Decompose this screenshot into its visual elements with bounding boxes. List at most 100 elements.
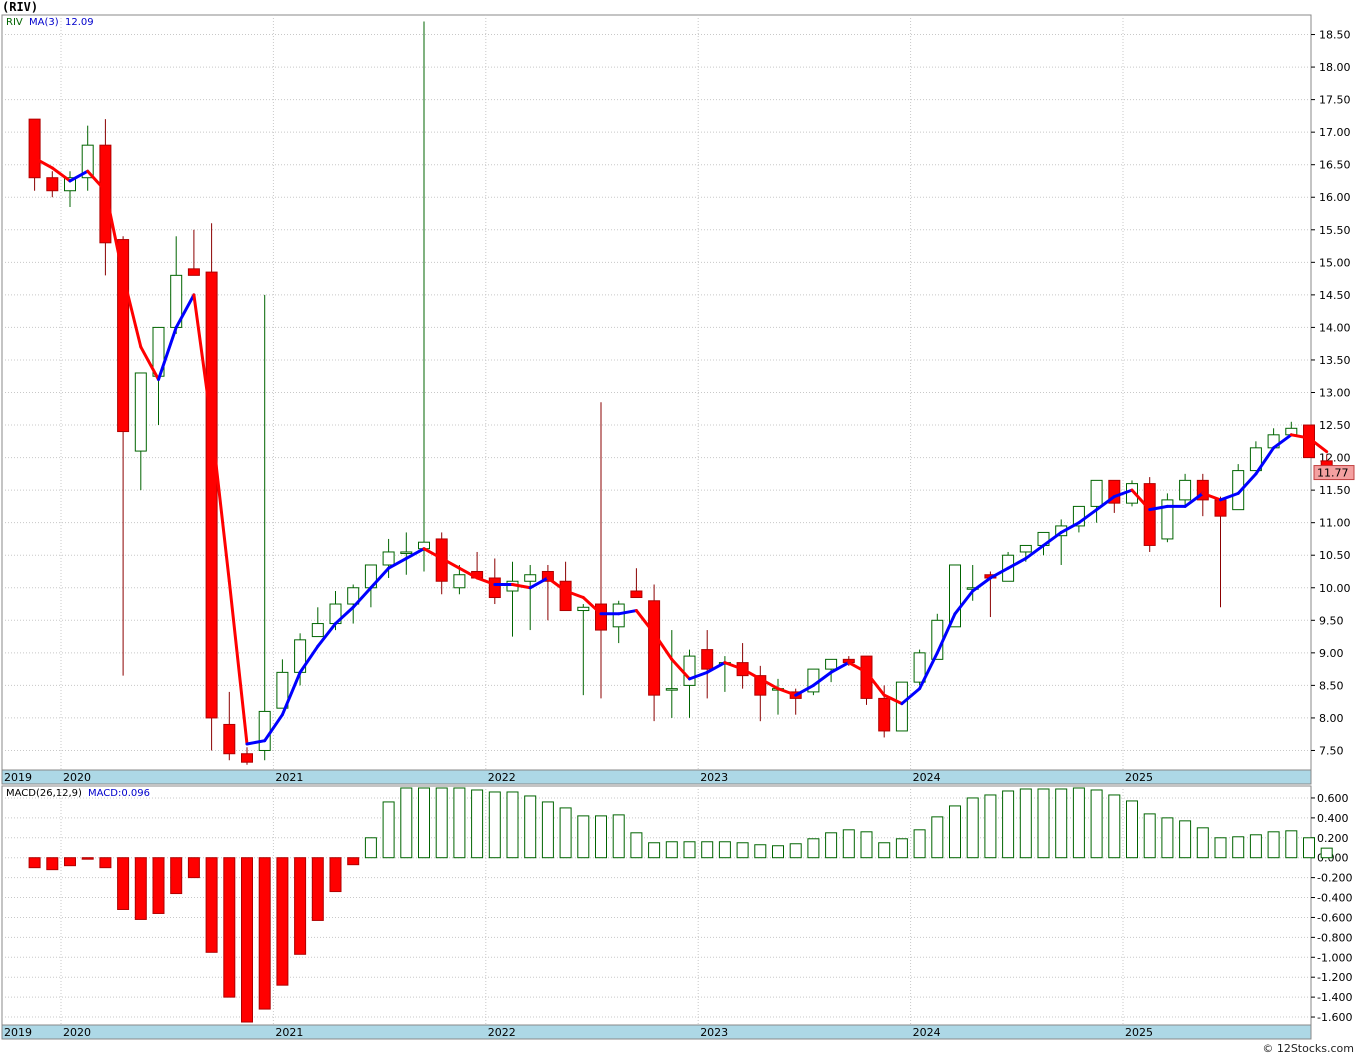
candle-body — [595, 603, 607, 631]
macd-bar — [152, 857, 165, 914]
macd-date-band — [1, 1024, 1312, 1040]
price-tick-label: 14.00 — [1319, 321, 1351, 334]
macd-bar — [807, 838, 820, 859]
macd-bar — [81, 857, 94, 860]
macd-tick-label: -0.800 — [1317, 931, 1352, 944]
price-tick-label: 12.50 — [1319, 419, 1351, 432]
price-tick-label: 13.50 — [1319, 354, 1351, 367]
candle-body — [878, 697, 891, 732]
candle-body — [648, 600, 661, 696]
macd-bar — [913, 829, 926, 859]
macd-tick-label: -1.400 — [1317, 991, 1352, 1004]
macd-bar — [1267, 831, 1280, 859]
macd-bar — [1232, 836, 1245, 859]
macd-tick-label: 0.600 — [1317, 792, 1349, 805]
price-legend-ma-label: MA(3) — [29, 17, 59, 28]
macd-bar — [612, 814, 625, 859]
macd-bar — [665, 841, 678, 859]
macd-bar — [1303, 837, 1315, 859]
price-date-band — [1, 769, 1312, 785]
candle-body — [1090, 479, 1103, 507]
macd-bar — [1285, 830, 1298, 859]
macd-bar — [241, 857, 253, 1023]
candle-body — [630, 590, 643, 599]
macd-year-label: 2019 — [4, 1026, 32, 1039]
macd-bar — [860, 831, 873, 859]
candle-body — [895, 681, 908, 732]
candle-body — [949, 564, 961, 628]
macd-tick-label: -1.600 — [1317, 1011, 1352, 1024]
macd-bar — [471, 789, 484, 859]
price-legend-symbol: RIV — [6, 17, 23, 28]
macd-year-label: 2021 — [275, 1026, 303, 1039]
candle-body — [665, 688, 678, 691]
candle-body — [1019, 544, 1032, 553]
macd-bar — [400, 787, 413, 859]
price-tick-label: 13.00 — [1319, 387, 1351, 400]
macd-bar — [1196, 827, 1209, 859]
candle-body — [241, 753, 253, 763]
macd-bar — [453, 787, 466, 859]
macd-bar — [187, 857, 200, 879]
price-legend-ma-value: 12.09 — [65, 17, 94, 28]
candle-body — [223, 723, 236, 755]
macd-bar — [364, 837, 377, 859]
price-tick-label: 18.50 — [1319, 29, 1351, 42]
macd-year-label: 2024 — [913, 1026, 941, 1039]
price-tick-label: 11.50 — [1319, 484, 1351, 497]
macd-bar — [1019, 788, 1032, 859]
price-tick-label: 8.00 — [1319, 712, 1344, 725]
price-tick-label: 17.50 — [1319, 94, 1351, 107]
macd-bar — [1072, 787, 1085, 859]
macd-bar — [134, 857, 147, 920]
macd-year-label: 2025 — [1125, 1026, 1153, 1039]
macd-bar — [276, 857, 289, 986]
candle-body — [577, 606, 590, 612]
macd-bar — [984, 794, 997, 859]
candle-body — [1143, 483, 1156, 546]
price-tick-label: 10.00 — [1319, 582, 1351, 595]
candle-body — [258, 710, 271, 751]
macd-bar — [46, 857, 59, 871]
macd-bar — [506, 791, 519, 859]
macd-tick-label: -0.200 — [1317, 872, 1352, 885]
macd-bar — [789, 843, 802, 859]
macd-bar — [258, 857, 271, 1010]
price-tick-label: 11.00 — [1319, 517, 1351, 530]
candle-body — [612, 603, 625, 628]
macd-bar — [435, 787, 448, 859]
macd-tick-label: 0.400 — [1317, 812, 1349, 825]
macd-bar — [28, 857, 41, 869]
price-tick-label: 16.50 — [1319, 159, 1351, 172]
price-tick-label: 18.00 — [1319, 61, 1351, 74]
last-price-label: 11.77 — [1317, 467, 1349, 480]
macd-bar — [311, 857, 324, 921]
macd-bar — [223, 857, 236, 998]
candle-body — [311, 623, 324, 638]
macd-bar — [64, 857, 76, 867]
macd-bar — [895, 838, 908, 859]
macd-bar — [1108, 794, 1121, 859]
macd-bar — [772, 845, 784, 859]
candle-body — [701, 649, 714, 670]
macd-bar — [878, 842, 891, 859]
macd-bar — [1161, 817, 1174, 859]
macd-bar — [1002, 790, 1015, 859]
credit-text: © 12Stocks.com — [1262, 1042, 1354, 1055]
macd-tick-label: 0.200 — [1317, 832, 1349, 845]
macd-bar — [329, 857, 342, 893]
macd-bar — [595, 815, 607, 859]
macd-year-label: 2023 — [700, 1026, 728, 1039]
candle-body — [524, 574, 537, 582]
price-year-label: 2020 — [63, 771, 91, 784]
candle-body — [400, 551, 413, 554]
macd-bar — [718, 841, 731, 859]
macd-bar — [1214, 837, 1227, 859]
macd-bar — [1126, 800, 1138, 859]
macd-bar — [683, 841, 696, 859]
macd-bar — [117, 857, 130, 910]
macd-bar — [1055, 788, 1068, 859]
macd-bar — [1090, 789, 1103, 859]
macd-bar — [701, 841, 714, 859]
price-tick-label: 9.50 — [1319, 614, 1344, 627]
